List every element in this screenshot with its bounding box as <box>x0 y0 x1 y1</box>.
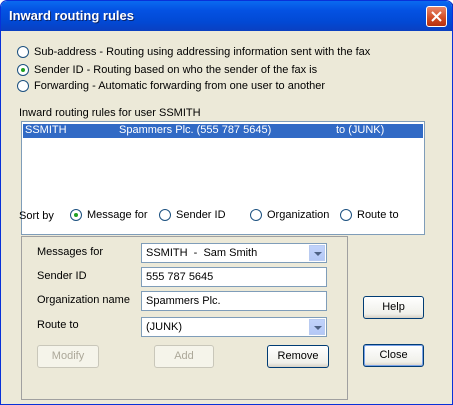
radio-sort-organization[interactable] <box>250 209 262 221</box>
sort-route-to-label: Route to <box>357 209 399 221</box>
close-window-button[interactable] <box>426 6 447 27</box>
dialog-window: Inward routing rules Sub-address - Routi… <box>0 0 453 405</box>
radio-sort-message-for[interactable] <box>70 209 82 221</box>
sender-id-input[interactable]: 555 787 5645 <box>141 267 327 287</box>
mode-forwarding-label: Forwarding - Automatic forwarding from o… <box>34 80 326 92</box>
organization-name-label: Organization name <box>37 294 130 306</box>
list-item[interactable]: SSMITH Spammers Plc. (555 787 5645) to (… <box>23 124 423 138</box>
sender-id-label: Sender ID <box>37 270 87 282</box>
list-item-route: to (JUNK) <box>336 124 385 136</box>
add-button[interactable]: Add <box>154 345 214 368</box>
radio-forwarding[interactable] <box>17 80 29 92</box>
title-bar[interactable]: Inward routing rules <box>1 1 452 31</box>
route-to-combo[interactable]: (JUNK) <box>141 317 327 337</box>
sort-sender-id-label: Sender ID <box>176 209 226 221</box>
radio-sort-sender-id[interactable] <box>159 209 171 221</box>
dialog-body: Sub-address - Routing using addressing i… <box>4 31 449 401</box>
help-button[interactable]: Help <box>363 296 424 319</box>
sort-organization-label: Organization <box>267 209 330 221</box>
route-to-value: (JUNK) <box>146 321 183 333</box>
radio-sort-route-to[interactable] <box>340 209 352 221</box>
mode-sub-address[interactable]: Sub-address - Routing using addressing i… <box>17 46 370 58</box>
messages-for-value: SSMITH - Sam Smith <box>146 247 258 259</box>
window-title: Inward routing rules <box>9 8 134 23</box>
sort-message-for[interactable]: Message for <box>70 209 148 221</box>
messages-for-combo[interactable]: SSMITH - Sam Smith <box>141 243 327 263</box>
close-button[interactable]: Close <box>363 344 424 367</box>
messages-for-label: Messages for <box>37 246 104 258</box>
sort-sender-id[interactable]: Sender ID <box>159 209 226 221</box>
chevron-down-icon[interactable] <box>309 245 325 261</box>
sort-organization[interactable]: Organization <box>250 209 329 221</box>
mode-sub-address-label: Sub-address - Routing using addressing i… <box>34 46 371 58</box>
radio-sender-id[interactable] <box>17 64 29 76</box>
mode-sender-id[interactable]: Sender ID - Routing based on who the sen… <box>17 64 317 76</box>
sort-route-to[interactable]: Route to <box>340 209 399 221</box>
route-to-label: Route to <box>37 319 79 331</box>
remove-button[interactable]: Remove <box>267 345 329 368</box>
rule-editor-group: Messages for SSMITH - Sam Smith Sender I… <box>21 236 348 400</box>
chevron-down-icon[interactable] <box>309 319 325 335</box>
sort-by-label: Sort by <box>19 210 54 222</box>
modify-button[interactable]: Modify <box>37 345 99 368</box>
list-item-sender: Spammers Plc. (555 787 5645) <box>119 124 272 136</box>
organization-name-input[interactable]: Spammers Plc. <box>141 291 327 311</box>
list-item-user: SSMITH <box>25 124 67 136</box>
close-icon <box>431 11 442 22</box>
sort-message-for-label: Message for <box>87 209 148 221</box>
rules-list-heading: Inward routing rules for user SSMITH <box>19 107 201 119</box>
radio-sub-address[interactable] <box>17 46 29 58</box>
mode-forwarding[interactable]: Forwarding - Automatic forwarding from o… <box>17 80 325 92</box>
mode-sender-id-label: Sender ID - Routing based on who the sen… <box>34 64 318 76</box>
